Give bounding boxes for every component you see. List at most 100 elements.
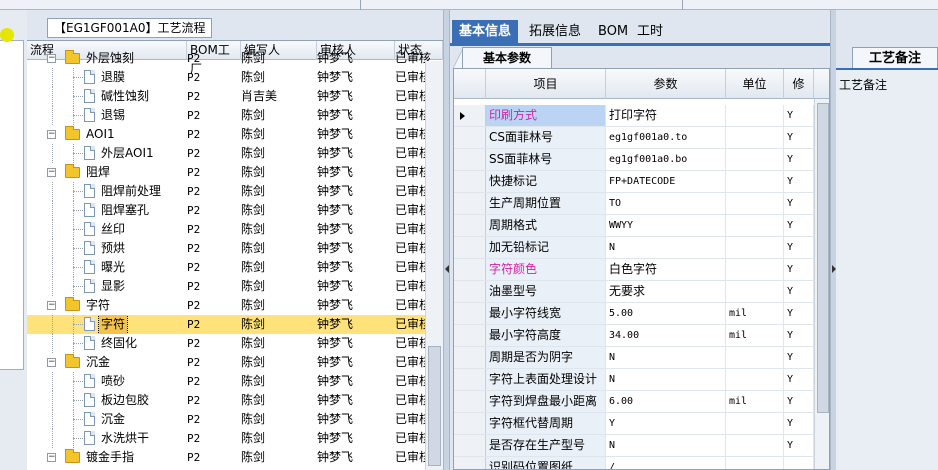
row-indicator[interactable] — [454, 171, 486, 192]
row-indicator[interactable] — [454, 215, 486, 236]
tree-node[interactable]: 退锡 — [27, 106, 183, 125]
param-modify-cell[interactable]: Y — [784, 435, 814, 456]
tab-extended-info[interactable]: 拓展信息 — [522, 20, 588, 43]
tree-row[interactable]: − 阻焊 P2 陈剑 钟梦飞 已审核 — [27, 163, 443, 182]
tree-node[interactable]: 碱性蚀刻 — [27, 87, 183, 106]
tree-node[interactable]: − 外层蚀刻 — [27, 49, 183, 68]
param-vertical-scrollbar[interactable] — [814, 99, 829, 469]
param-row[interactable]: 印刷方式 打印字符 Y — [454, 105, 829, 127]
tree-node[interactable]: 字符 — [27, 315, 183, 334]
param-value-cell[interactable]: N — [606, 237, 726, 258]
tree-node[interactable]: 板边包胶 — [27, 391, 183, 410]
param-modify-cell[interactable]: Y — [784, 369, 814, 390]
row-indicator[interactable] — [454, 457, 486, 469]
param-row[interactable]: 油墨型号 无要求 Y — [454, 281, 829, 303]
param-value-cell[interactable]: 打印字符 — [606, 105, 726, 126]
left-splitter[interactable] — [443, 10, 450, 470]
collapse-toggle-icon[interactable]: − — [47, 358, 56, 367]
row-indicator[interactable] — [454, 259, 486, 280]
tree-row[interactable]: 阻焊前处理 P2 陈剑 钟梦飞 已审核 — [27, 182, 443, 201]
param-modify-cell[interactable]: Y — [784, 149, 814, 170]
param-row[interactable]: 最小字符高度 34.00 mil Y — [454, 325, 829, 347]
tree-node[interactable]: 阻焊塞孔 — [27, 201, 183, 220]
param-value-cell[interactable]: N — [606, 435, 726, 456]
param-value-cell[interactable]: N — [606, 369, 726, 390]
tree-row[interactable]: 曝光 P2 陈剑 钟梦飞 已审核 — [27, 258, 443, 277]
tree-row[interactable]: − AOI1 P2 陈剑 钟梦飞 已审核 — [27, 125, 443, 144]
param-row[interactable]: 周期格式 WWYY Y — [454, 215, 829, 237]
subtab-basic-params[interactable]: 基本参数 — [462, 47, 552, 68]
tab-process-remarks[interactable]: 工艺备注 — [852, 47, 938, 69]
param-modify-cell[interactable]: Y — [784, 325, 814, 346]
tree-node[interactable]: 外层AOI1 — [27, 144, 183, 163]
param-modify-cell[interactable]: Y — [784, 171, 814, 192]
tab-basic-info[interactable]: 基本信息 — [452, 20, 519, 43]
param-row[interactable]: 字符上表面处理设计 N Y — [454, 369, 829, 391]
tree-row[interactable]: 碱性蚀刻 P2 肖吉美 钟梦飞 已审核 — [27, 87, 443, 106]
tree-node[interactable]: − 阻焊 — [27, 163, 183, 182]
row-indicator[interactable] — [454, 281, 486, 302]
tree-row[interactable]: 终固化 P2 陈剑 钟梦飞 已审核 — [27, 334, 443, 353]
row-indicator[interactable] — [454, 149, 486, 170]
tree-node[interactable]: 喷砂 — [27, 372, 183, 391]
param-modify-cell[interactable]: Y — [784, 105, 814, 126]
param-modify-cell[interactable]: Y — [784, 215, 814, 236]
collapse-toggle-icon[interactable]: − — [47, 453, 56, 462]
param-row[interactable]: 是否存在生产型号 N Y — [454, 435, 829, 457]
param-modify-cell[interactable]: Y — [784, 237, 814, 258]
param-modify-cell[interactable]: Y — [784, 193, 814, 214]
row-indicator[interactable] — [454, 369, 486, 390]
param-row[interactable]: 字符颜色 白色字符 Y — [454, 259, 829, 281]
tree-row[interactable]: 字符 P2 陈剑 钟梦飞 已审核 — [27, 315, 443, 334]
param-modify-cell[interactable]: Y — [784, 303, 814, 324]
param-row[interactable]: 识别码位置图纸 / — [454, 457, 829, 469]
tree-row[interactable]: 阻焊塞孔 P2 陈剑 钟梦飞 已审核 — [27, 201, 443, 220]
param-modify-cell[interactable]: Y — [784, 413, 814, 434]
tree-row[interactable]: 外层AOI1 P2 陈剑 钟梦飞 已审核 — [27, 144, 443, 163]
tree-row[interactable]: 沉金 P2 陈剑 钟梦飞 已审核 — [27, 410, 443, 429]
param-value-cell[interactable]: TO — [606, 193, 726, 214]
param-value-cell[interactable]: eg1gf001a0.to — [606, 127, 726, 148]
row-indicator[interactable] — [454, 237, 486, 258]
param-value-cell[interactable]: 无要求 — [606, 281, 726, 302]
param-value-cell[interactable]: eg1gf001a0.bo — [606, 149, 726, 170]
collapse-left-icon[interactable] — [445, 265, 449, 273]
tree-node[interactable]: 曝光 — [27, 258, 183, 277]
param-value-cell[interactable]: Y — [606, 413, 726, 434]
row-indicator[interactable] — [454, 127, 486, 148]
tree-node[interactable]: 阻焊前处理 — [27, 182, 183, 201]
param-value-cell[interactable]: / — [606, 457, 726, 469]
tree-node[interactable]: 显影 — [27, 277, 183, 296]
param-row[interactable]: 周期是否为阴字 N Y — [454, 347, 829, 369]
tree-node[interactable]: − AOI1 — [27, 125, 183, 144]
param-value-cell[interactable]: 白色字符 — [606, 259, 726, 280]
tree-node[interactable]: 退膜 — [27, 68, 183, 87]
tree-row[interactable]: − 沉金 P2 陈剑 钟梦飞 已审核 — [27, 353, 443, 372]
tree-row[interactable]: − 外层蚀刻 P2 陈剑 钟梦飞 已审核 — [27, 49, 443, 68]
tree-node[interactable]: 丝印 — [27, 220, 183, 239]
tree-node[interactable]: 沉金 — [27, 410, 183, 429]
tab-bom[interactable]: BOM — [591, 20, 635, 43]
tree-row[interactable]: 预烘 P2 陈剑 钟梦飞 已审核 — [27, 239, 443, 258]
param-row[interactable]: 字符框代替周期 Y Y — [454, 413, 829, 435]
param-modify-cell[interactable]: Y — [784, 347, 814, 368]
row-indicator[interactable] — [454, 193, 486, 214]
tree-node[interactable]: 终固化 — [27, 334, 183, 353]
param-row[interactable]: CS面菲林号 eg1gf001a0.to Y — [454, 127, 829, 149]
param-value-cell[interactable]: N — [606, 347, 726, 368]
row-indicator[interactable] — [454, 391, 486, 412]
tree-row[interactable]: 板边包胶 P2 陈剑 钟梦飞 已审核 — [27, 391, 443, 410]
param-value-cell[interactable]: FP+DATECODE — [606, 171, 726, 192]
column-header-unit[interactable]: 单位 — [726, 69, 784, 99]
param-scroll-thumb[interactable] — [817, 103, 829, 413]
collapse-toggle-icon[interactable]: − — [47, 168, 56, 177]
param-row[interactable]: 字符到焊盘最小距离 6.00 mil Y — [454, 391, 829, 413]
tree-row[interactable]: 退膜 P2 陈剑 钟梦飞 已审核 — [27, 68, 443, 87]
tree-node[interactable]: − 字符 — [27, 296, 183, 315]
param-row[interactable]: 最小字符线宽 5.00 mil Y — [454, 303, 829, 325]
param-row[interactable]: SS面菲林号 eg1gf001a0.bo Y — [454, 149, 829, 171]
tree-node[interactable]: − 沉金 — [27, 353, 183, 372]
tree-row[interactable]: − 镀金手指 P2 陈剑 钟梦飞 已审核 — [27, 448, 443, 467]
param-value-cell[interactable]: 6.00 — [606, 391, 726, 412]
param-modify-cell[interactable]: Y — [784, 127, 814, 148]
